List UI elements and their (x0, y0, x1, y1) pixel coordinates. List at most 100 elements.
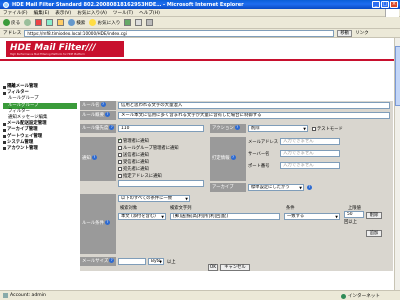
checkbox-box[interactable] (118, 167, 122, 171)
bullet-icon (3, 128, 6, 132)
hde-logo: HDE Mail Filter/// High Performance Mail… (6, 41, 124, 57)
server-input[interactable]: 入力できません (280, 150, 340, 157)
mail-size-unit-select[interactable]: Byte (148, 258, 164, 265)
notify-group-admin-checkbox[interactable]: ルールグループ管理者に通知 (118, 145, 179, 151)
refresh-button[interactable] (46, 19, 54, 26)
count-input[interactable]: 50 (344, 211, 364, 218)
notify-to-checkbox[interactable]: 宛先者に通知 (118, 166, 149, 172)
menu-view[interactable]: 表示(V) (55, 10, 71, 16)
notify-sender-checkbox[interactable]: 送信者に通知 (118, 152, 149, 158)
nav-label: アカウント管理 (7, 145, 38, 151)
minimize-button[interactable]: _ (372, 1, 380, 8)
port-label: ポート番号 (248, 164, 270, 169)
notify-admin-checkbox[interactable]: 管理者に通知 (118, 138, 149, 144)
target-header: 検索対象 (120, 206, 138, 211)
home-button[interactable] (57, 19, 65, 26)
notify-option-label: 送信者に通知 (123, 153, 149, 158)
menu-help[interactable]: ヘルプ(H) (139, 10, 160, 16)
forward-button[interactable] (24, 19, 32, 26)
condition-label-text: ルール条件 (82, 221, 104, 226)
archive-label-text: アーカイブ (212, 185, 234, 190)
favorites-button[interactable]: お気に入り (89, 19, 120, 26)
checkbox-box[interactable] (118, 146, 122, 150)
mail-size-input[interactable] (118, 258, 146, 265)
priority-input[interactable]: 110 (118, 125, 204, 132)
notify-label-text: 通知 (82, 156, 91, 161)
menu-favorites[interactable]: お気に入り(A) (77, 10, 107, 16)
notify-option-label: 宛先者に通知 (123, 167, 149, 172)
help-icon[interactable]: ? (109, 125, 115, 130)
help-icon[interactable]: ? (234, 125, 240, 130)
links-label[interactable]: リンク (355, 30, 369, 36)
checkbox-box[interactable] (118, 138, 122, 143)
nav-account[interactable]: アカウント管理 (3, 146, 77, 152)
notify-address-input[interactable] (118, 180, 204, 187)
notify-recipient-checkbox[interactable]: 受信者に通知 (118, 159, 149, 165)
checkbox-box[interactable] (118, 174, 122, 178)
checkbox-box[interactable] (118, 153, 122, 157)
mail-address-label: メールアドレス (248, 140, 279, 145)
menu-file[interactable]: ファイル(F) (3, 10, 28, 16)
close-button[interactable]: × (390, 1, 398, 8)
condition-label: ルール条件? (80, 194, 116, 254)
bullet-icon (3, 135, 6, 139)
delete-condition-button[interactable]: 削除 (366, 212, 382, 219)
search-label: 検索 (76, 20, 86, 26)
port-placeholder: 入力できません (283, 163, 314, 168)
scrollbar-thumb[interactable] (395, 46, 400, 106)
target-select[interactable]: 本文 (添付を含む) (118, 213, 166, 220)
go-button[interactable]: 移動 (337, 29, 352, 37)
logo-name: HDE Mail Filter/// (10, 43, 96, 53)
cancel-button[interactable]: キャンセル (220, 264, 250, 271)
priority-label: ルール優先度? (80, 124, 116, 133)
help-icon[interactable]: ? (230, 155, 236, 160)
mail-size-label: メールサイズ? (80, 257, 116, 266)
left-navigation: 隔離メール管理 フィルター ルールグループ ルールグループ フィルター 通知メッ… (3, 84, 77, 174)
back-button[interactable]: 戻る (3, 19, 20, 26)
keyword-input[interactable]: [郵]送|振|高|利|所|利|回|配] (170, 213, 280, 220)
security-zone: インターネット (340, 293, 380, 299)
mail-address-input[interactable]: 入力できません (280, 138, 340, 145)
notify-option-label: 受信者に通知 (123, 160, 149, 165)
vertical-scrollbar[interactable] (394, 38, 400, 290)
windows-logo-icon (385, 9, 399, 17)
help-icon[interactable]: ? (100, 102, 106, 107)
notify-address-checkbox[interactable]: 指定アドレスに通知 (118, 173, 162, 179)
menu-tools[interactable]: ツール(T) (113, 10, 133, 16)
help-icon[interactable]: ? (104, 220, 110, 225)
action-select[interactable]: 削除 (248, 125, 308, 132)
mail-button[interactable] (135, 19, 143, 26)
port-input[interactable]: 入力できません (280, 162, 340, 169)
checkbox-box[interactable] (118, 160, 122, 164)
help-icon[interactable]: ? (307, 185, 312, 190)
search-icon (68, 19, 76, 26)
archive-select[interactable]: 標準設定にしたがう (248, 184, 304, 191)
maximize-button[interactable]: □ (381, 1, 389, 8)
help-icon[interactable]: ? (91, 155, 97, 160)
rule-name-input[interactable]: 信用と思われる文字の大量混入 (118, 102, 390, 109)
condition-mode-select[interactable]: 以下のすべての条件に一致 (118, 195, 190, 202)
add-condition-button[interactable]: 追加 (366, 230, 382, 237)
test-mode-checkbox[interactable]: テストモード (312, 126, 343, 132)
cond-select[interactable]: 一致する (284, 213, 340, 220)
rule-name-label: ルール名? (80, 101, 116, 110)
favorites-star-icon (89, 19, 97, 26)
address-input[interactable]: https://mf8.timiodeo.local:10000/HDE/ind… (24, 29, 335, 37)
home-icon (57, 19, 65, 26)
rule-summary-input[interactable]: メール本文に信用に多く含まれる文字が大量に含有した場合に制御する (118, 112, 390, 119)
forward-info-label-text: 打定情報 (212, 156, 230, 161)
ok-button[interactable]: OK (208, 264, 218, 271)
help-icon[interactable]: ? (109, 258, 115, 263)
status-bar: Account: admin インターネット (0, 290, 400, 300)
count-unit: 回以上 (344, 220, 357, 225)
back-arrow-icon (3, 19, 10, 26)
menu-edit[interactable]: 編集(E) (34, 10, 50, 16)
priority-label-text: ルール優先度 (82, 126, 109, 131)
rule-summary-label: ルール概要? (80, 111, 116, 120)
history-button[interactable] (124, 19, 132, 26)
checkbox-box[interactable] (312, 127, 316, 131)
stop-button[interactable] (35, 19, 43, 26)
help-icon[interactable]: ? (104, 112, 110, 117)
search-button[interactable]: 検索 (68, 19, 85, 26)
print-button[interactable] (146, 19, 154, 26)
